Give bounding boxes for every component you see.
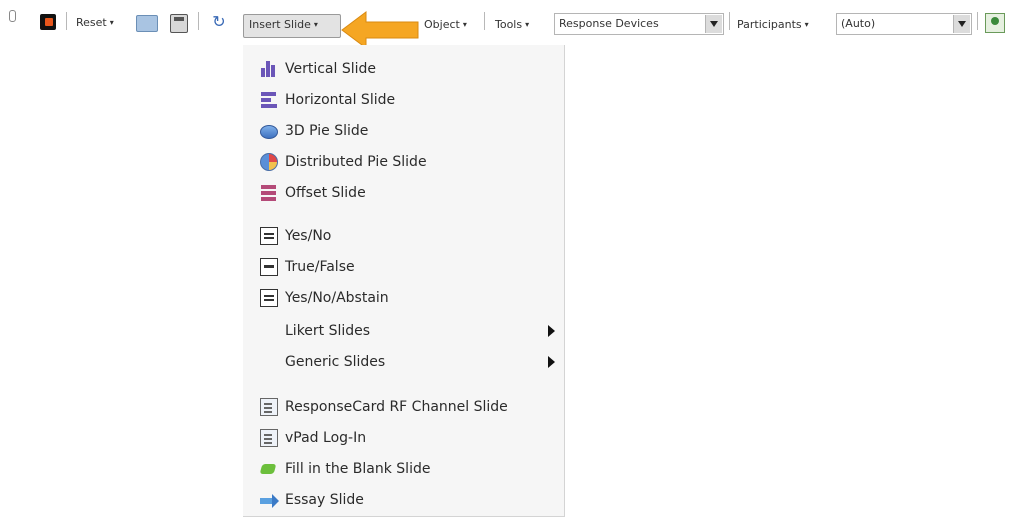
menu-item-label: Yes/No xyxy=(285,228,332,244)
response-devices-value: Response Devices xyxy=(559,17,659,30)
menu-item-label: Likert Slides xyxy=(285,323,371,339)
text-box-icon xyxy=(260,258,278,276)
response-devices-select[interactable]: Response Devices xyxy=(554,13,724,35)
open-folder-icon[interactable] xyxy=(136,15,158,32)
toolbar-separator xyxy=(198,12,199,30)
menu-item-label: Essay Slide xyxy=(285,492,364,508)
menu-item-label: 3D Pie Slide xyxy=(285,123,369,139)
insert-slide-dropdown-icon: ▾ xyxy=(313,20,318,29)
response-card-icon xyxy=(260,398,278,416)
toolbar-separator xyxy=(977,12,978,30)
participants-dropdown-icon: ▾ xyxy=(804,20,809,29)
reset-dropdown-icon: ▾ xyxy=(109,18,114,27)
text-box-icon xyxy=(260,289,278,307)
object-menu-button[interactable]: Object ▾ xyxy=(424,18,467,32)
menu-item-label: Offset Slide xyxy=(285,185,366,201)
main-toolbar: Reset ▾ ↻ Insert Slide ▾ Object ▾ Tools ▾ Re… xyxy=(0,0,1011,42)
distributed-pie-chart-icon xyxy=(260,153,278,171)
submenu-arrow-icon xyxy=(548,356,555,368)
menu-item-label: Yes/No/Abstain xyxy=(285,290,389,306)
menu-item-label: Horizontal Slide xyxy=(285,92,396,108)
menu-item-label: ResponseCard RF Channel Slide xyxy=(285,399,508,415)
menu-item-horizontal-slide[interactable]: Horizontal Slide xyxy=(243,86,565,114)
participants-select[interactable]: (Auto) xyxy=(836,13,972,35)
participants-menu-button[interactable]: Participants ▾ xyxy=(737,18,809,32)
essay-arrow-icon xyxy=(260,491,279,509)
tools-dropdown-icon: ▾ xyxy=(525,20,530,29)
3d-pie-chart-icon xyxy=(260,125,278,139)
toolbar-separator xyxy=(484,12,485,30)
insert-slide-label: Insert Slide xyxy=(249,18,311,31)
menu-item-label: True/False xyxy=(285,259,355,275)
annotation-arrow-icon xyxy=(341,11,419,49)
text-box-icon xyxy=(260,227,278,245)
menu-item-yes-no[interactable]: Yes/No xyxy=(243,222,565,250)
menu-item-generic-slides[interactable]: Generic Slides xyxy=(243,348,565,376)
menu-item-true-false[interactable]: True/False xyxy=(243,253,565,281)
menu-item-offset-slide[interactable]: Offset Slide xyxy=(243,179,565,207)
vertical-bar-chart-icon xyxy=(260,60,278,78)
participants-label: Participants xyxy=(737,18,802,31)
menu-item-3d-pie-slide[interactable]: 3D Pie Slide xyxy=(243,117,565,145)
tools-label: Tools xyxy=(495,18,523,31)
insert-slide-menu: Vertical Slide Horizontal Slide 3D Pie S… xyxy=(243,45,565,517)
menu-item-label: Vertical Slide xyxy=(285,61,377,77)
menu-item-label: vPad Log-In xyxy=(285,430,367,446)
toolbar-grip-handle[interactable] xyxy=(9,10,16,22)
menu-item-label: Fill in the Blank Slide xyxy=(285,461,431,477)
object-label: Object xyxy=(424,18,460,31)
insert-slide-button-label-wrap[interactable]: Insert Slide ▾ xyxy=(249,18,318,32)
offset-bar-chart-icon xyxy=(260,184,278,202)
participants-value: (Auto) xyxy=(841,17,876,30)
menu-item-likert-slides[interactable]: Likert Slides xyxy=(243,317,565,345)
submenu-arrow-icon xyxy=(548,325,555,337)
menu-item-fill-in-the-blank-slide[interactable]: Fill in the Blank Slide xyxy=(243,455,565,483)
presentation-icon[interactable] xyxy=(985,13,1005,33)
menu-item-essay-slide[interactable]: Essay Slide xyxy=(243,486,565,514)
menu-item-label: Distributed Pie Slide xyxy=(285,154,427,170)
vpad-icon xyxy=(260,429,278,447)
menu-item-vpad-log-in[interactable]: vPad Log-In xyxy=(243,424,565,452)
participants-dropdown-icon[interactable] xyxy=(953,15,970,33)
menu-item-vertical-slide[interactable]: Vertical Slide xyxy=(243,55,565,83)
save-icon[interactable] xyxy=(170,14,188,33)
toolbar-separator xyxy=(729,12,730,30)
menu-item-yes-no-abstain[interactable]: Yes/No/Abstain xyxy=(243,284,565,312)
object-dropdown-icon: ▾ xyxy=(462,20,467,29)
tools-menu-button[interactable]: Tools ▾ xyxy=(495,18,529,32)
horizontal-bar-chart-icon xyxy=(260,91,278,109)
menu-item-distributed-pie-slide[interactable]: Distributed Pie Slide xyxy=(243,148,565,176)
fill-in-blank-icon xyxy=(260,460,278,478)
reset-label: Reset xyxy=(76,16,107,29)
refresh-icon[interactable]: ↻ xyxy=(210,13,228,31)
menu-item-label: Generic Slides xyxy=(285,354,386,370)
response-devices-dropdown-icon[interactable] xyxy=(705,15,722,33)
menu-item-responsecard-rf-channel-slide[interactable]: ResponseCard RF Channel Slide xyxy=(243,393,565,421)
toolbar-separator xyxy=(66,12,67,30)
reset-button[interactable]: Reset ▾ xyxy=(76,16,114,30)
app-logo-icon[interactable] xyxy=(40,14,56,30)
